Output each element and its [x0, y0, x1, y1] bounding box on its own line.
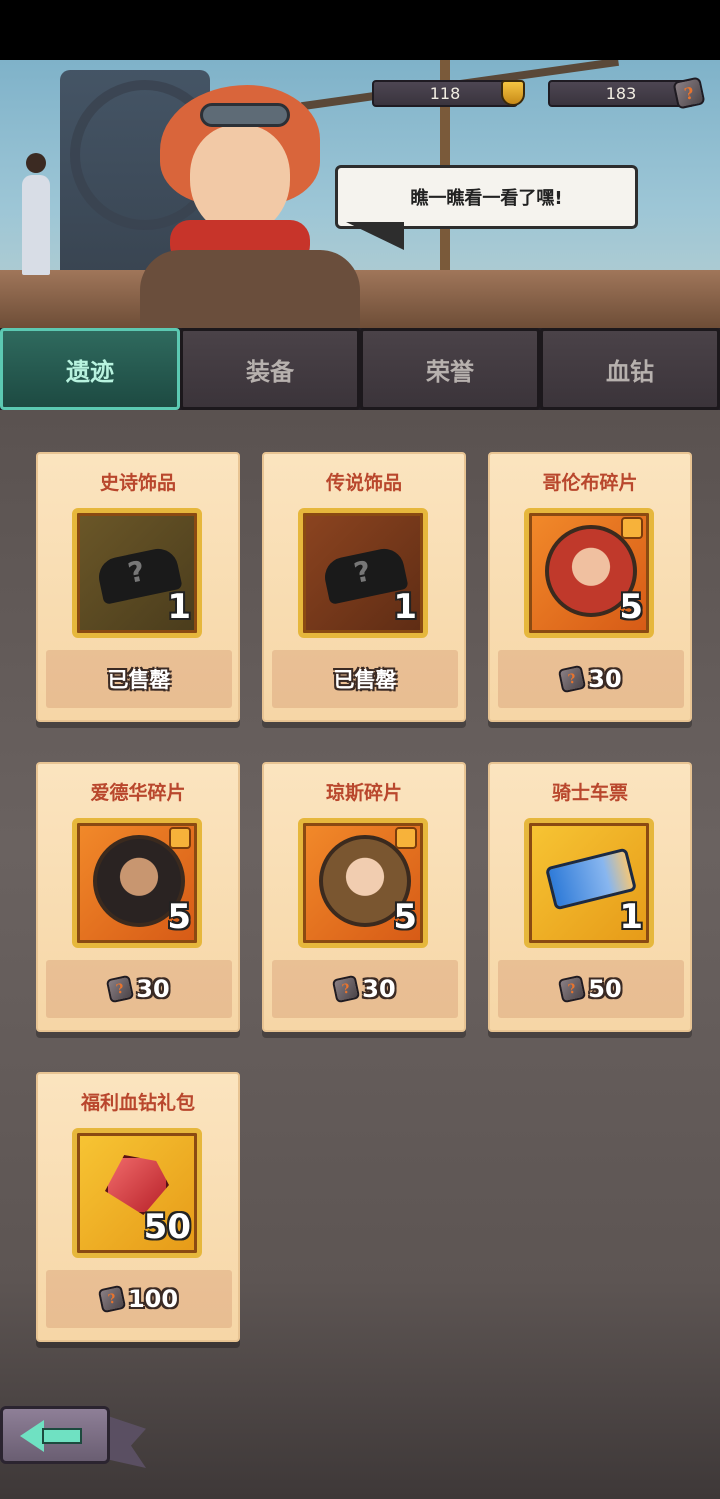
shop-item-legendary-accessory[interactable]: 传说饰品 1 已售罄 — [262, 452, 466, 722]
item-title: 骑士车票 — [551, 782, 628, 804]
item-title: 传说饰品 — [325, 472, 402, 494]
item-title: 哥伦布碎片 — [542, 472, 638, 494]
item-quantity: 50 — [143, 1207, 191, 1247]
puzzle-piece-icon — [395, 827, 417, 849]
relic-stone-icon: ? — [672, 76, 706, 110]
price-value: 30 — [136, 975, 170, 1003]
tab-equipment[interactable]: 装备 — [180, 328, 360, 410]
item-title: 琼斯碎片 — [325, 782, 402, 804]
shop-item-epic-accessory[interactable]: 史诗饰品 1 已售罄 — [36, 452, 240, 722]
item-title: 爱德华碎片 — [90, 782, 186, 804]
sold-out-label: 已售罄 — [272, 650, 458, 708]
unknown-accessory-icon: 1 — [72, 508, 202, 638]
item-title: 福利血钻礼包 — [80, 1092, 195, 1114]
stone-counter: 183 ? — [548, 76, 706, 110]
relic-stone-icon: ? — [558, 974, 587, 1004]
item-quantity: 5 — [619, 587, 643, 627]
puzzle-piece-icon — [169, 827, 191, 849]
shop-item-blood-diamond-pack[interactable]: 福利血钻礼包 50 ? 100 — [36, 1072, 240, 1342]
shop-item-knight-ticket[interactable]: 骑士车票 1 ? 50 — [488, 762, 692, 1032]
price-value: 50 — [588, 975, 622, 1003]
puzzle-piece-icon — [621, 517, 643, 539]
relic-stone-icon: ? — [558, 664, 587, 694]
back-arrow-icon — [20, 1420, 44, 1452]
price-button[interactable]: ? 30 — [46, 960, 232, 1018]
price-button[interactable]: ? 30 — [272, 960, 458, 1018]
price-value: 30 — [362, 975, 396, 1003]
item-quantity: 1 — [167, 587, 191, 627]
trophy-count: 118 — [429, 84, 461, 103]
shop-item-jones-shard[interactable]: 琼斯碎片 5 ? 30 — [262, 762, 466, 1032]
speech-text: 瞧一瞧看一看了嘿! — [410, 188, 563, 209]
price-value: 100 — [127, 1285, 179, 1313]
price-button[interactable]: ? 30 — [498, 650, 684, 708]
item-quantity: 1 — [393, 587, 417, 627]
shop-grid: 史诗饰品 1 已售罄 传说饰品 1 已售罄 哥伦布碎片 5 ? 30 爱德华碎片 — [0, 410, 720, 1499]
status-bar — [0, 0, 720, 60]
tab-relics[interactable]: 遗迹 — [0, 328, 180, 421]
shop-item-columbus-shard[interactable]: 哥伦布碎片 5 ? 30 — [488, 452, 692, 722]
tab-blood-diamond[interactable]: 血钻 — [540, 328, 720, 410]
blood-diamond-icon: 50 — [72, 1128, 202, 1258]
item-quantity: 1 — [619, 897, 643, 937]
item-quantity: 5 — [393, 897, 417, 937]
price-button[interactable]: ? 50 — [498, 960, 684, 1018]
relic-stone-icon: ? — [332, 974, 361, 1004]
trophy-counter: 118 — [372, 80, 525, 107]
worker-figure — [22, 153, 50, 275]
goggles — [200, 103, 290, 127]
unknown-accessory-icon: 1 — [298, 508, 428, 638]
price-button[interactable]: ? 100 — [46, 1270, 232, 1328]
sold-out-label: 已售罄 — [46, 650, 232, 708]
shop-item-edward-shard[interactable]: 爱德华碎片 5 ? 30 — [36, 762, 240, 1032]
tab-honor[interactable]: 荣誉 — [360, 328, 540, 410]
relic-stone-icon: ? — [97, 1284, 127, 1314]
item-quantity: 5 — [167, 897, 191, 937]
jones-shard-icon: 5 — [298, 818, 428, 948]
speech-bubble: 瞧一瞧看一看了嘿! — [335, 165, 638, 229]
relic-stone-icon: ? — [106, 974, 135, 1004]
stone-count: 183 — [605, 84, 637, 103]
price-value: 30 — [588, 665, 622, 693]
item-title: 史诗饰品 — [99, 472, 176, 494]
shop-tabs: 遗迹 装备 荣誉 血钻 — [0, 328, 720, 421]
columbus-shard-icon: 5 — [524, 508, 654, 638]
edward-shard-icon: 5 — [72, 818, 202, 948]
back-button[interactable] — [0, 1400, 150, 1480]
trophy-icon — [496, 76, 530, 110]
knight-ticket-icon: 1 — [524, 818, 654, 948]
